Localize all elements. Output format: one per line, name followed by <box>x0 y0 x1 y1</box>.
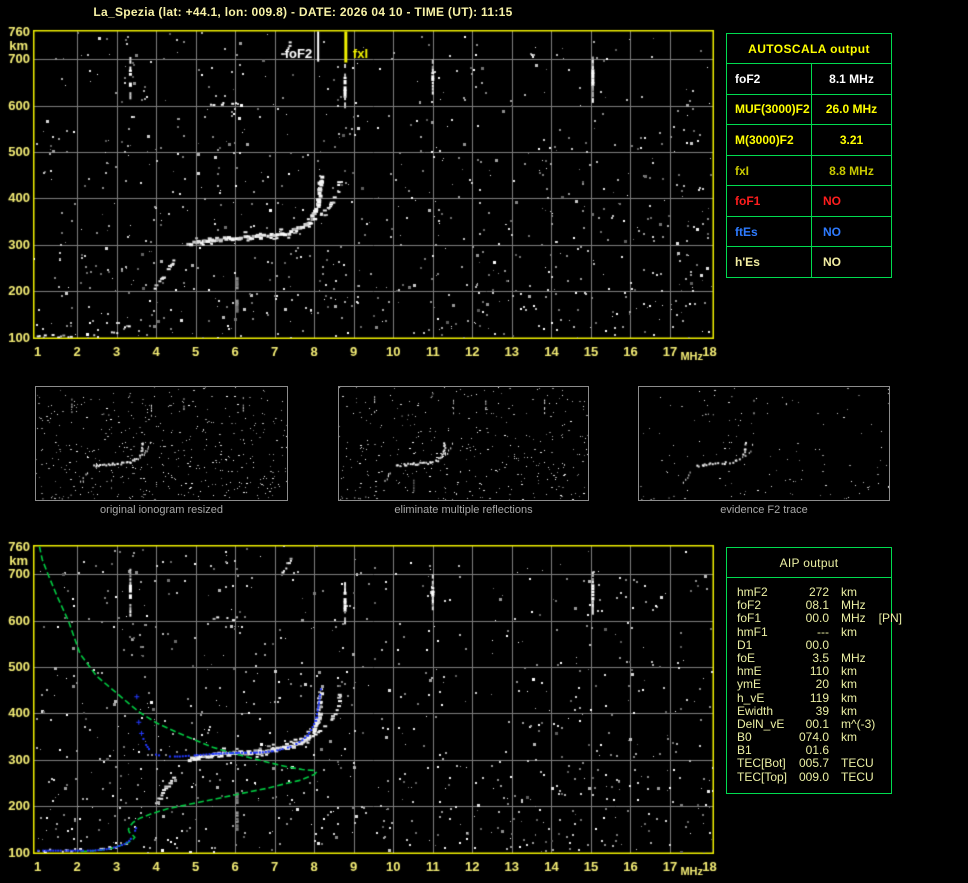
thumbnail-evidence-f2-trace <box>638 386 890 501</box>
param-value: NO <box>823 194 841 209</box>
param-label: foF1 <box>727 186 812 216</box>
aip-table-rows: hmF2 272 km foF2 08.1 MHz foF1 00.0 MHz [PN] hmF1-… <box>727 578 902 784</box>
thumbnail-eliminate-reflections <box>338 386 589 501</box>
ionogram-plot-canvas <box>0 22 730 372</box>
param-value: 009.0 <box>798 769 829 784</box>
param-value: 20 <box>815 677 829 692</box>
table-row: ftEs NO <box>727 216 891 248</box>
param-label: TEC[Top] <box>737 769 788 784</box>
param-value: NO <box>823 224 841 239</box>
param-unit: km <box>841 703 857 718</box>
aip-output-table: AIP output hmF2 272 km foF2 08.1 MHz foF1 00.0 M… <box>726 547 902 794</box>
table-row: Ewidth 39 km <box>737 703 891 718</box>
table-row: foF1 00.0 MHz [PN] <box>737 611 902 626</box>
thumbnail-original-ionogram <box>35 386 288 501</box>
param-unit: MHz [PN] <box>841 611 903 626</box>
thumbnail-caption: original ionogram resized <box>100 504 223 516</box>
param-unit: km <box>841 690 857 705</box>
param-value: 26.0 MHz <box>825 102 878 117</box>
table-row: TEC[Bot] 005.7 TECU <box>737 757 891 770</box>
autoscala-table-rows: foF2 8.1 MHz MUF(3000)F2 26.0 MHz M(3000)F2 3… <box>727 64 891 278</box>
table-row: foF2 8.1 MHz <box>727 64 891 95</box>
param-label: TEC[Bot] <box>737 756 786 771</box>
table-row: M(3000)F2 3.21 <box>727 125 891 156</box>
param-label: D1 <box>737 637 753 652</box>
param-label: Ewidth <box>737 703 774 718</box>
aip-table-header: AIP output <box>727 548 891 578</box>
table-row: MUF(3000)F2 26.0 MHz <box>727 94 891 126</box>
param-label: foF1 <box>737 611 762 626</box>
table-row: ymE 20 km <box>737 678 891 691</box>
param-label: h'Es <box>727 247 812 278</box>
param-value: 00.0 <box>805 611 829 626</box>
param-unit: km <box>841 677 857 692</box>
thumbnail-caption: eliminate multiple reflections <box>394 504 533 516</box>
param-value: 005.7 <box>798 756 829 771</box>
param-unit: TECU <box>841 756 874 771</box>
param-label: foF2 <box>727 64 812 94</box>
param-value: 8.8 MHz <box>829 163 874 178</box>
param-value: NO <box>823 255 841 270</box>
param-label: ymE <box>737 677 761 692</box>
param-value: 00.0 <box>805 637 829 652</box>
param-label: fxI <box>727 155 812 186</box>
param-value: 3.21 <box>839 132 864 147</box>
param-label: h_vE <box>737 690 765 705</box>
param-label: MUF(3000)F2 <box>727 94 812 125</box>
param-note: [PN] <box>878 611 903 626</box>
thumbnail-caption: evidence F2 trace <box>720 504 808 516</box>
param-unit: km <box>841 730 857 745</box>
param-unit: km <box>841 624 857 639</box>
param-label: M(3000)F2 <box>727 125 812 155</box>
param-label: ftEs <box>727 216 812 247</box>
table-row: D1 00.0 <box>737 637 891 652</box>
param-value: 39 <box>815 703 829 718</box>
param-value: 8.1 MHz <box>829 71 874 86</box>
autoscala-app-screen: { "title": "La_Spezia (lat: +44.1, lon: … <box>0 0 968 883</box>
param-label: hmF1 <box>737 624 768 639</box>
param-unit <box>841 639 891 652</box>
param-unit: TECU <box>841 769 874 784</box>
table-row: fxI 8.8 MHz <box>727 155 891 187</box>
param-value: 119 <box>809 690 829 705</box>
table-row: foF1 NO <box>727 186 891 217</box>
autoscala-output-table: AUTOSCALA output foF2 8.1 MHz MUF(3000)F2 2… <box>726 33 892 278</box>
table-row: hmF1 --- km <box>737 624 891 639</box>
table-row: h_vE 119 km <box>737 690 891 705</box>
table-row: TEC[Top] 009.0 TECU <box>737 769 891 784</box>
autoscala-table-header: AUTOSCALA output <box>727 34 891 64</box>
profile-plot-canvas <box>0 537 730 883</box>
table-row: h'Es NO <box>727 247 891 278</box>
param-value: --- <box>817 624 829 639</box>
page-title: La_Spezia (lat: +44.1, lon: 009.8) - DAT… <box>93 5 513 19</box>
